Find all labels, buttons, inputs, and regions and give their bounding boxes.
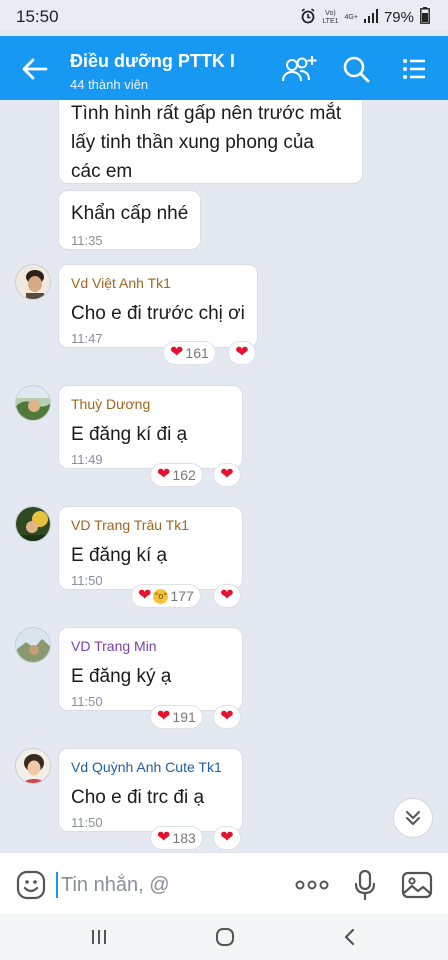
sender-name[interactable]: VD Trang Min <box>71 638 157 654</box>
message-text: E đăng ký ạ <box>71 666 172 687</box>
chevron-double-down-icon <box>406 811 420 825</box>
sender-name[interactable]: Vd Việt Anh Tk1 <box>71 275 171 291</box>
avatar[interactable] <box>15 748 51 784</box>
reaction-summary[interactable]: ❤ 183 <box>150 826 203 850</box>
message-time: 11:35 <box>71 233 103 248</box>
message-text: E đăng kí ạ <box>71 545 168 566</box>
scroll-to-bottom-button[interactable] <box>393 798 433 838</box>
signal-icon <box>363 8 378 27</box>
alarm-icon <box>300 7 316 28</box>
microphone-icon <box>354 869 376 901</box>
message-bubble[interactable]: Vd Quỳnh Anh Cute Tk1 Cho e đi trc đi ạ … <box>58 748 243 832</box>
sender-name[interactable]: Thuỳ Dương <box>71 396 150 412</box>
heart-icon: ❤ <box>138 587 152 604</box>
heart-icon: ❤ <box>157 466 171 483</box>
reaction-count: 191 <box>172 709 196 725</box>
message-bubble[interactable]: Vd Việt Anh Tk1 Cho e đi trước chị ơi 11… <box>58 264 258 348</box>
message-bubble[interactable]: Tình hình rất gấp nên trước mắt lấy tinh… <box>58 100 363 184</box>
battery-icon <box>420 7 430 28</box>
heart-icon: ❤ <box>235 344 249 361</box>
message-bubble[interactable]: VD Trang Trâu Tk1 E đăng kí ạ 11:50 <box>58 506 243 590</box>
recent-apps-icon <box>92 930 106 944</box>
message-text: Cho e đi trước chị ơi <box>71 303 245 324</box>
message-text: Cho e đi trc đi ạ <box>71 787 205 808</box>
react-button[interactable]: ❤ <box>228 341 256 365</box>
message-time: 11:49 <box>71 452 103 467</box>
more-icon <box>295 880 329 890</box>
more-button[interactable] <box>292 869 332 901</box>
message-bubble[interactable]: Khẩn cấp nhé 11:35 <box>58 190 201 250</box>
reaction-summary[interactable]: ❤ 161 <box>163 341 216 365</box>
back-arrow-icon <box>22 58 48 80</box>
status-time: 15:50 <box>16 7 59 26</box>
react-button[interactable]: ❤ <box>213 463 241 487</box>
heart-icon: ❤ <box>157 708 171 725</box>
message-input-wrapper <box>56 869 276 901</box>
wow-icon: °o° <box>153 588 169 604</box>
network-4g: 4G+ <box>344 13 358 21</box>
search-icon <box>343 56 370 83</box>
avatar[interactable] <box>15 627 51 663</box>
home-icon <box>216 928 234 946</box>
message-bubble[interactable]: VD Trang Min E đăng ký ạ 11:50 <box>58 627 243 711</box>
sticker-button[interactable] <box>14 869 48 901</box>
avatar[interactable] <box>15 264 51 300</box>
heart-icon: ❤ <box>220 829 234 846</box>
react-button[interactable]: ❤ <box>213 584 241 608</box>
back-nav-button[interactable] <box>328 924 372 950</box>
avatar[interactable] <box>15 506 51 542</box>
add-member-button[interactable] <box>280 53 317 85</box>
search-button[interactable] <box>340 53 376 85</box>
menu-icon <box>403 59 425 79</box>
heart-icon: ❤ <box>220 708 234 725</box>
add-member-icon <box>282 56 317 82</box>
system-navigation-bar <box>0 914 448 960</box>
member-count[interactable]: 44 thành viên <box>70 77 148 92</box>
message-time: 11:47 <box>71 331 103 346</box>
status-bar: 15:50 Vo) LTE1 4G+ 79% <box>0 0 448 30</box>
message-text: E đăng kí đi ạ <box>71 424 188 445</box>
reaction-count: 161 <box>185 345 209 361</box>
voice-button[interactable] <box>350 869 380 901</box>
home-button[interactable] <box>203 924 247 950</box>
sender-name[interactable]: Vd Quỳnh Anh Cute Tk1 <box>71 759 222 775</box>
heart-icon: ❤ <box>220 587 234 604</box>
message-bubble[interactable]: Thuỳ Dương E đăng kí đi ạ 11:49 <box>58 385 243 469</box>
chat-header: Điều dưỡng PTTK I 44 thành viên <box>0 36 448 100</box>
message-text: Tình hình rất gấp nên trước mắt lấy tinh… <box>71 103 342 182</box>
message-input[interactable] <box>61 873 261 897</box>
sender-name[interactable]: VD Trang Trâu Tk1 <box>71 517 189 533</box>
message-time: 11:50 <box>71 573 103 588</box>
message-text: Khẩn cấp nhé <box>71 203 189 224</box>
image-icon <box>401 871 433 899</box>
status-icons: Vo) LTE1 4G+ 79% <box>300 7 430 28</box>
back-button[interactable] <box>20 56 50 82</box>
react-button[interactable]: ❤ <box>213 826 241 850</box>
message-time: 11:50 <box>71 694 103 709</box>
react-button[interactable]: ❤ <box>213 705 241 729</box>
reaction-count: 183 <box>172 830 196 846</box>
message-time: 11:50 <box>71 815 103 830</box>
reaction-count: 177 <box>170 588 194 604</box>
message-list[interactable]: Tình hình rất gấp nên trước mắt lấy tinh… <box>0 100 448 852</box>
group-title[interactable]: Điều dưỡng PTTK I <box>70 51 235 72</box>
reaction-summary[interactable]: ❤ 191 <box>150 705 203 729</box>
heart-icon: ❤ <box>170 344 184 361</box>
reaction-summary[interactable]: ❤ 162 <box>150 463 203 487</box>
heart-icon: ❤ <box>157 829 171 846</box>
text-cursor <box>56 872 58 898</box>
back-icon <box>344 928 355 946</box>
avatar[interactable] <box>15 385 51 421</box>
heart-icon: ❤ <box>220 466 234 483</box>
message-composer <box>0 852 448 914</box>
battery-percent: 79% <box>383 9 414 26</box>
reaction-summary[interactable]: ❤ °o° 177 <box>131 584 201 608</box>
sticker-icon <box>16 870 46 900</box>
recent-apps-button[interactable] <box>77 924 121 950</box>
menu-button[interactable] <box>398 53 434 85</box>
network-label: Vo) LTE1 <box>322 9 339 25</box>
reaction-count: 162 <box>172 467 196 483</box>
gallery-button[interactable] <box>400 869 434 901</box>
